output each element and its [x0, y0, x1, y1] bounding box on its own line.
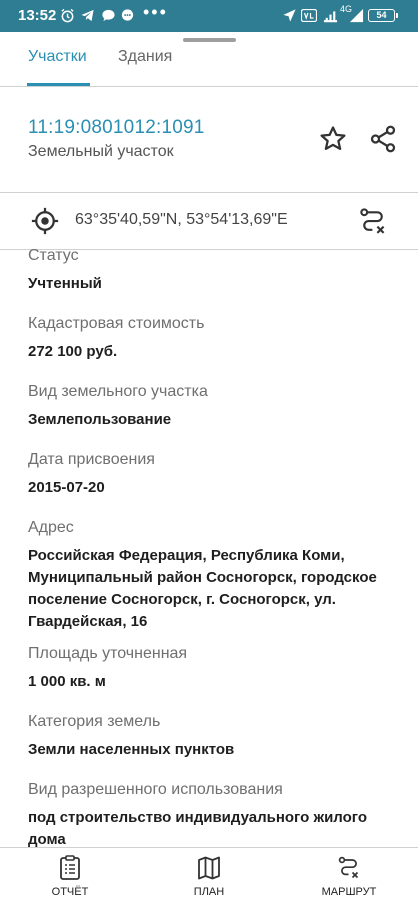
- field-value-area: 1 000 кв. м: [28, 673, 106, 690]
- field-label-land-category: Категория земель: [28, 713, 161, 730]
- alarm-icon: [59, 7, 76, 24]
- bubble-icon: [119, 7, 136, 24]
- field-value-cadastral-value: 272 100 руб.: [28, 343, 118, 360]
- tab-buildings[interactable]: Здания: [118, 48, 172, 66]
- divider: [0, 192, 418, 193]
- field-label-assignment-date: Дата присвоения: [28, 451, 155, 468]
- field-value-permitted-use: под строительство индивидуального жилого…: [28, 809, 368, 848]
- divider: [0, 86, 418, 87]
- sheet-drag-handle[interactable]: [183, 38, 236, 42]
- field-value-assignment-date: 2015-07-20: [28, 479, 105, 496]
- field-label-status: Статус: [28, 247, 79, 264]
- parcel-type: Земельный участок: [28, 143, 174, 160]
- signal-bars-icon: [348, 7, 365, 24]
- bottom-nav: ОТЧЁТ ПЛАН МАРШРУТ: [0, 847, 418, 900]
- field-label-permitted-use: Вид разрешенного использования: [28, 781, 283, 798]
- field-label-address: Адрес: [28, 519, 74, 536]
- nav-plan-button[interactable]: ПЛАН: [159, 848, 259, 900]
- field-label-area: Площадь уточненная: [28, 645, 188, 662]
- nav-report-label: ОТЧЁТ: [51, 886, 89, 898]
- battery-icon: 54: [368, 9, 398, 22]
- wifi-signal-icon: [322, 7, 339, 24]
- chat-icon: [100, 7, 117, 24]
- field-value-land-category: Земли населенных пунктов: [28, 741, 235, 758]
- field-value-parcel-kind: Землепользование: [28, 411, 172, 428]
- status-bar: 13:52 ••• 4G 54: [0, 0, 418, 32]
- volte-icon: [300, 7, 317, 24]
- tab-bar: Участки Здания: [0, 44, 418, 86]
- my-location-icon[interactable]: [29, 205, 61, 237]
- report-icon: [60, 855, 80, 880]
- more-dots-icon: •••: [143, 2, 168, 22]
- tab-parcels[interactable]: Участки: [28, 48, 87, 66]
- field-value-status: Учтенный: [28, 275, 102, 292]
- nav-route-label: МАРШРУТ: [321, 886, 377, 898]
- coordinates[interactable]: 63°35'40,59"N, 53°54'13,69"E: [75, 211, 288, 229]
- route-icon: [338, 856, 359, 879]
- field-label-cadastral-value: Кадастровая стоимость: [28, 315, 205, 332]
- nav-report-button[interactable]: ОТЧЁТ: [20, 848, 120, 900]
- location-arrow-icon: [281, 7, 298, 24]
- star-icon[interactable]: [316, 122, 350, 156]
- nav-plan-label: ПЛАН: [193, 886, 225, 898]
- nav-route-button[interactable]: МАРШРУТ: [299, 848, 399, 900]
- map-icon: [198, 856, 220, 880]
- share-icon[interactable]: [366, 122, 400, 156]
- field-value-address: Российская Федерация, Республика Коми, М…: [28, 547, 377, 630]
- field-label-parcel-kind: Вид земельного участка: [28, 383, 208, 400]
- route-clear-icon[interactable]: [356, 204, 390, 238]
- telegram-icon: [79, 7, 96, 24]
- status-time: 13:52: [18, 7, 57, 24]
- cadastral-number[interactable]: 11:19:0801012:1091: [28, 117, 205, 139]
